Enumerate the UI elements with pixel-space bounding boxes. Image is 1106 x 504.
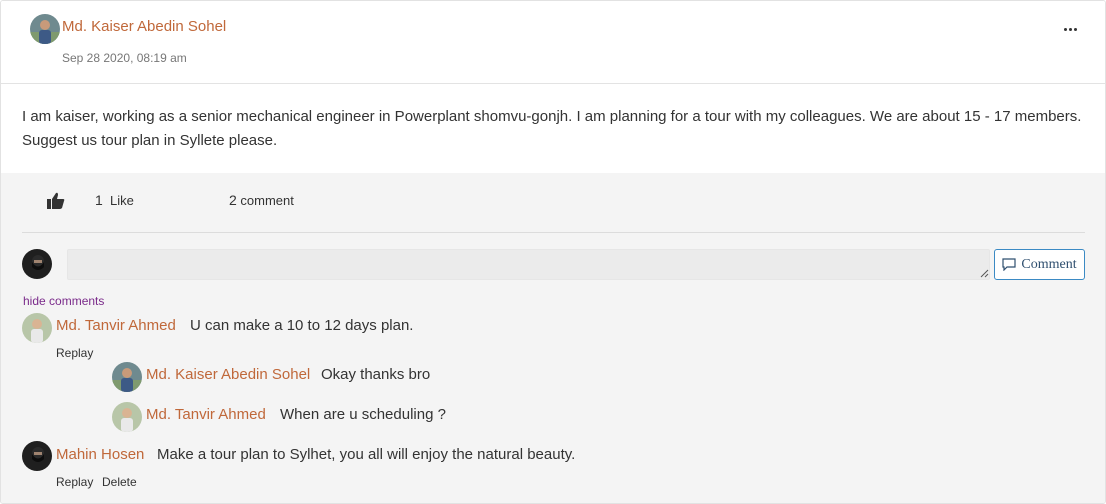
divider bbox=[22, 232, 1085, 233]
reply-text: Okay thanks bro bbox=[321, 366, 431, 383]
reply-author[interactable]: Md. Kaiser Abedin Sohel bbox=[146, 366, 310, 383]
comment-label: comment bbox=[240, 193, 294, 208]
comment-avatar[interactable] bbox=[22, 313, 52, 343]
reply-text: When are u scheduling ? bbox=[280, 406, 446, 423]
post-body: I am kaiser, working as a senior mechani… bbox=[22, 108, 1082, 149]
author-avatar[interactable] bbox=[30, 14, 60, 44]
post-header: Md. Kaiser Abedin Sohel Sep 28 2020, 08:… bbox=[1, 1, 1105, 84]
thumbs-up-icon[interactable] bbox=[44, 191, 66, 211]
ellipsis-icon[interactable] bbox=[1057, 17, 1083, 41]
reply-link[interactable]: Replay bbox=[56, 346, 93, 360]
comment-author[interactable]: Mahin Hosen bbox=[56, 446, 144, 463]
speech-bubble-icon bbox=[1002, 258, 1016, 271]
post-date: Sep 28 2020, 08:19 am bbox=[62, 51, 187, 65]
comment-button[interactable]: Comment bbox=[994, 249, 1085, 280]
reply-avatar[interactable] bbox=[112, 362, 142, 392]
comment-avatar[interactable] bbox=[22, 441, 52, 471]
comment-author[interactable]: Md. Tanvir Ahmed bbox=[56, 317, 176, 334]
delete-link[interactable]: Delete bbox=[102, 475, 137, 489]
hide-comments-link[interactable]: hide comments bbox=[23, 294, 104, 308]
comment-count[interactable]: 2 comment bbox=[229, 192, 294, 208]
like-label: Like bbox=[110, 193, 134, 208]
comment-input[interactable] bbox=[67, 249, 990, 280]
comment-count-number: 2 bbox=[229, 192, 237, 208]
current-user-avatar bbox=[22, 249, 52, 279]
comment-text: Make a tour plan to Sylhet, you all will… bbox=[157, 446, 576, 463]
reply-link[interactable]: Replay bbox=[56, 475, 93, 489]
like-count-number: 1 bbox=[95, 192, 103, 208]
reply-author[interactable]: Md. Tanvir Ahmed bbox=[146, 406, 266, 423]
post-author-name[interactable]: Md. Kaiser Abedin Sohel bbox=[62, 18, 226, 35]
comment-button-label: Comment bbox=[1021, 256, 1077, 272]
post-card: Md. Kaiser Abedin Sohel Sep 28 2020, 08:… bbox=[0, 0, 1106, 504]
like-count[interactable]: 1 Like bbox=[95, 192, 134, 208]
reply-avatar[interactable] bbox=[112, 402, 142, 432]
comment-text: U can make a 10 to 12 days plan. bbox=[190, 317, 414, 334]
